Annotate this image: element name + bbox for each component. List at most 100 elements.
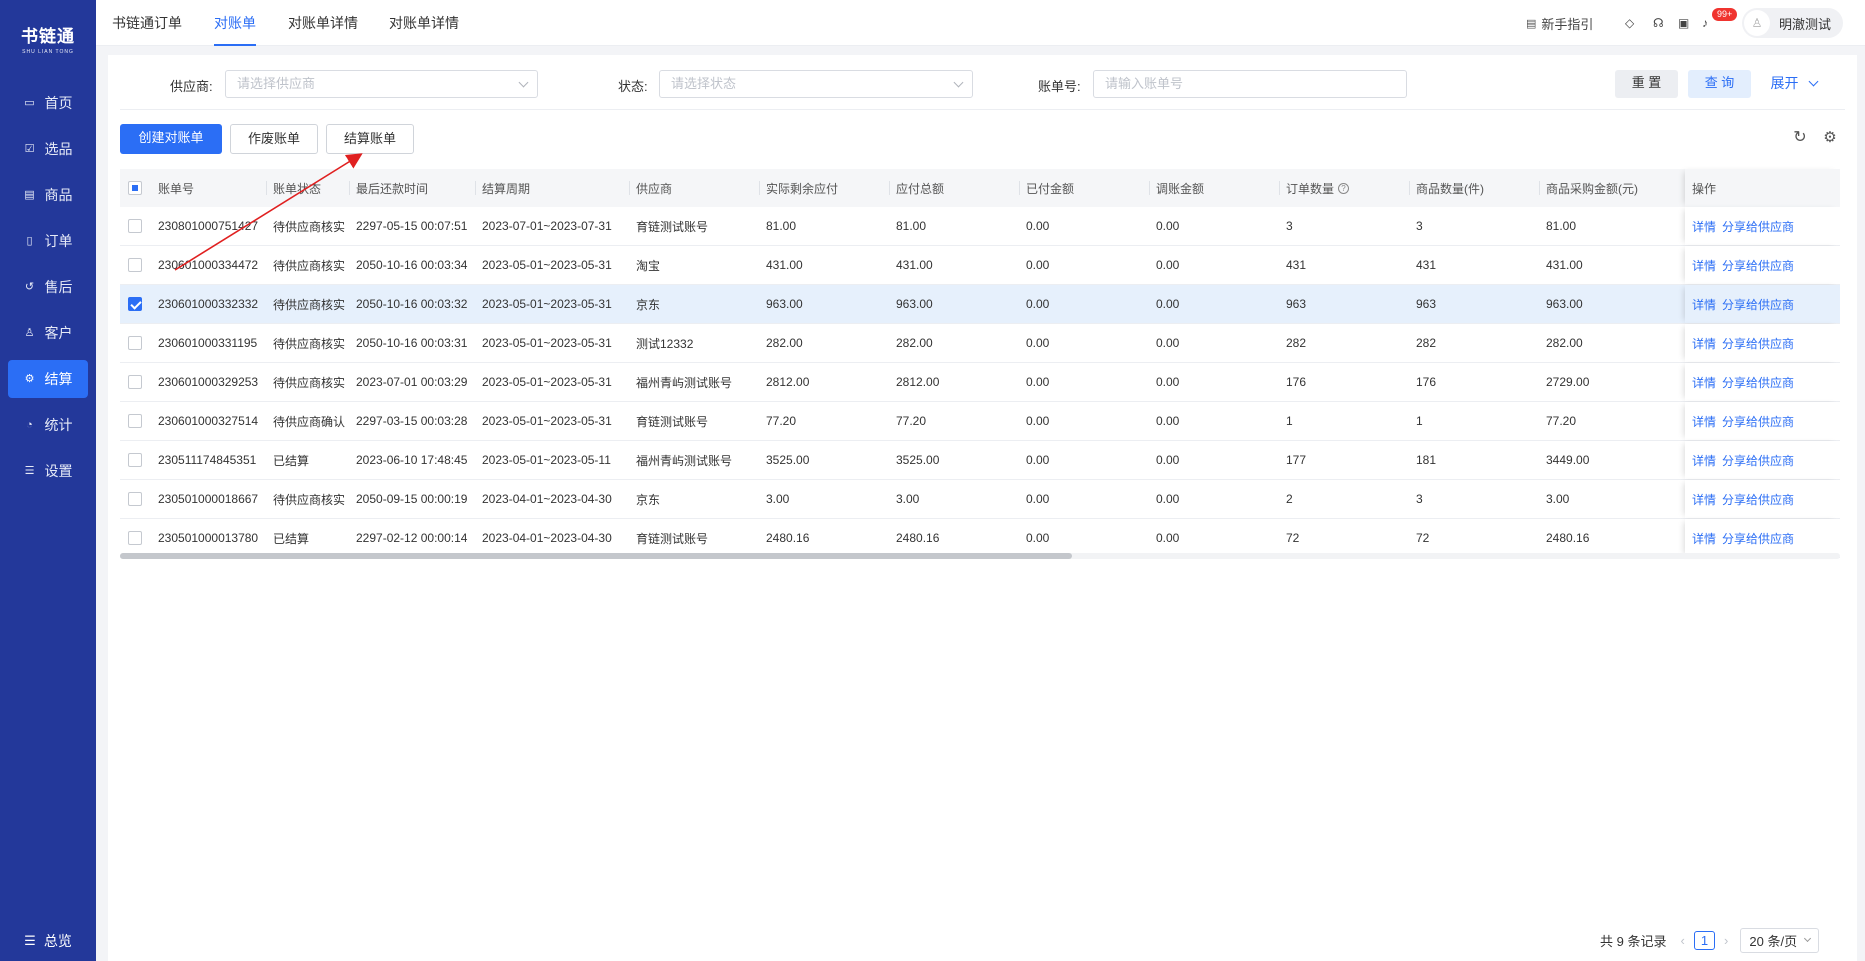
- detail-link[interactable]: 详情: [1692, 296, 1716, 313]
- share-to-supplier-link[interactable]: 分享给供应商: [1722, 530, 1794, 547]
- row-checkbox[interactable]: [128, 219, 142, 233]
- table-row[interactable]: 230601000327514 待供应商确认 2297-03-15 00:03:28…: [120, 402, 1840, 441]
- detail-link[interactable]: 详情: [1692, 218, 1716, 235]
- col-paid: 0.00: [1026, 258, 1050, 272]
- sidebar-item-1[interactable]: ☑ 选品: [8, 130, 88, 168]
- col-item-qty: 1: [1416, 414, 1423, 428]
- help-icon[interactable]: ?: [1338, 182, 1350, 194]
- tab-reconciliation-detail-2[interactable]: 对账单详情: [389, 0, 459, 46]
- sidebar-item-0[interactable]: ▭ 首页: [8, 84, 88, 122]
- column-separator[interactable]: [475, 181, 476, 195]
- next-page-icon[interactable]: ›: [1724, 933, 1728, 948]
- column-header-label: 商品采购金额(元): [1546, 181, 1638, 196]
- column-separator[interactable]: [629, 181, 630, 195]
- row-checkbox[interactable]: [128, 297, 142, 311]
- detail-link[interactable]: 详情: [1692, 452, 1716, 469]
- total-records: 共 9 条记录: [1600, 934, 1667, 949]
- sidebar-item-3[interactable]: ▯ 订单: [8, 222, 88, 260]
- tab-reconciliation[interactable]: 对账单: [214, 0, 256, 46]
- sidebar-item-6[interactable]: ⚙ 结算: [8, 360, 88, 398]
- share-to-supplier-link[interactable]: 分享给供应商: [1722, 335, 1794, 352]
- refresh-button[interactable]: ↻: [1789, 126, 1811, 148]
- col-period: 2023-05-01~2023-05-31: [482, 375, 612, 389]
- supplier-select[interactable]: 请选择供应商: [225, 70, 538, 98]
- notification-button[interactable]: ♪ 99+: [1702, 0, 1738, 46]
- table-row[interactable]: 230601000332332 待供应商核实 2050-10-16 00:03:32…: [120, 285, 1840, 324]
- column-separator[interactable]: [1409, 181, 1410, 195]
- table-scrollbar-track[interactable]: [120, 553, 1840, 559]
- col-order-qty: 963: [1286, 297, 1307, 311]
- select-all-checkbox[interactable]: [128, 181, 142, 195]
- column-separator[interactable]: [889, 181, 890, 195]
- column-separator[interactable]: [1279, 181, 1280, 195]
- table-row[interactable]: 230601000334472 待供应商核实 2050-10-16 00:03:34…: [120, 246, 1840, 285]
- settings-button[interactable]: ⚙: [1819, 126, 1841, 148]
- reset-button[interactable]: 重 置: [1615, 70, 1678, 98]
- query-button[interactable]: 查 询: [1688, 70, 1751, 98]
- expand-button[interactable]: 展开: [1764, 70, 1824, 98]
- sidebar-item-5[interactable]: ♙ 客户: [8, 314, 88, 352]
- sidebar-item-8[interactable]: ☰ 设置: [8, 452, 88, 490]
- sidebar-item-2[interactable]: ▤ 商品: [8, 176, 88, 214]
- table-row[interactable]: 230501000018667 待供应商核实 2050-09-15 00:00:19…: [120, 480, 1840, 519]
- detail-link[interactable]: 详情: [1692, 335, 1716, 352]
- table-scrollbar-thumb[interactable]: [120, 553, 1072, 559]
- detail-link[interactable]: 详情: [1692, 413, 1716, 430]
- share-to-supplier-link[interactable]: 分享给供应商: [1722, 218, 1794, 235]
- page-size-select[interactable]: 20 条/页: [1740, 928, 1820, 953]
- create-bill-button[interactable]: 创建对账单: [120, 124, 222, 154]
- status-select[interactable]: 请选择状态: [659, 70, 973, 98]
- share-to-supplier-link[interactable]: 分享给供应商: [1722, 257, 1794, 274]
- row-checkbox[interactable]: [128, 258, 142, 272]
- share-to-supplier-link[interactable]: 分享给供应商: [1722, 452, 1794, 469]
- bill-no-input[interactable]: 请输入账单号: [1093, 70, 1407, 98]
- void-bill-button[interactable]: 作废账单: [230, 124, 318, 154]
- column-separator[interactable]: [759, 181, 760, 195]
- table-row[interactable]: 230601000331195 待供应商核实 2050-10-16 00:03:31…: [120, 324, 1840, 363]
- col-adjusted: 0.00: [1156, 375, 1180, 389]
- tab-shulian-orders[interactable]: 书链通订单: [112, 0, 182, 46]
- support-button[interactable]: ☊: [1653, 0, 1664, 46]
- sidebar-item-7[interactable]: ◔ 统计: [8, 406, 88, 444]
- overview-toggle[interactable]: ☰ 总览: [0, 921, 96, 961]
- share-to-supplier-link[interactable]: 分享给供应商: [1722, 491, 1794, 508]
- col-purchase-amount: 2729.00: [1546, 375, 1590, 389]
- table-row[interactable]: 230801000751427 待供应商核实 2297-05-15 00:07:51…: [120, 207, 1840, 246]
- prev-page-icon[interactable]: ‹: [1680, 933, 1684, 948]
- sidebar-item-4[interactable]: ↺ 售后: [8, 268, 88, 306]
- guide-link[interactable]: ▤ 新手指引: [1526, 0, 1593, 46]
- table-row[interactable]: 230601000329253 待供应商核实 2023-07-01 00:03:29…: [120, 363, 1840, 402]
- profile-card-button[interactable]: ▣: [1678, 0, 1689, 46]
- column-separator[interactable]: [266, 181, 267, 195]
- table-row[interactable]: 230511174845351 已结算 2023-06-10 17:48:45 202…: [120, 441, 1840, 480]
- row-checkbox[interactable]: [128, 492, 142, 506]
- tab-reconciliation-detail-1[interactable]: 对账单详情: [288, 0, 358, 46]
- detail-link[interactable]: 详情: [1692, 491, 1716, 508]
- row-checkbox[interactable]: [128, 414, 142, 428]
- column-separator[interactable]: [1149, 181, 1150, 195]
- detail-link[interactable]: 详情: [1692, 257, 1716, 274]
- row-checkbox[interactable]: [128, 375, 142, 389]
- user-menu[interactable]: ♙ 明澈测试: [1742, 0, 1844, 46]
- detail-link[interactable]: 详情: [1692, 530, 1716, 547]
- share-to-supplier-link[interactable]: 分享给供应商: [1722, 413, 1794, 430]
- column-separator[interactable]: [1539, 181, 1540, 195]
- page-number-current[interactable]: 1: [1693, 931, 1716, 950]
- column-separator[interactable]: [349, 181, 350, 195]
- row-checkbox[interactable]: [128, 531, 142, 545]
- row-checkbox[interactable]: [128, 336, 142, 350]
- col-order-qty: 431: [1286, 258, 1307, 272]
- col-status: 待供应商确认: [273, 414, 346, 429]
- settle-bill-button[interactable]: 结算账单: [326, 124, 414, 154]
- col-paid: 0.00: [1026, 336, 1050, 350]
- col-period: 2023-04-01~2023-04-30: [482, 492, 612, 506]
- logo[interactable]: 书链通 SHU LIAN TONG: [0, 0, 96, 70]
- share-to-supplier-link[interactable]: 分享给供应商: [1722, 296, 1794, 313]
- column-separator[interactable]: [1019, 181, 1020, 195]
- col-order-qty: 282: [1286, 336, 1307, 350]
- share-to-supplier-link[interactable]: 分享给供应商: [1722, 374, 1794, 391]
- detail-link[interactable]: 详情: [1692, 374, 1716, 391]
- row-checkbox[interactable]: [128, 453, 142, 467]
- diamond-button[interactable]: ◇: [1625, 0, 1634, 46]
- column-header-label: 结算周期: [482, 181, 531, 196]
